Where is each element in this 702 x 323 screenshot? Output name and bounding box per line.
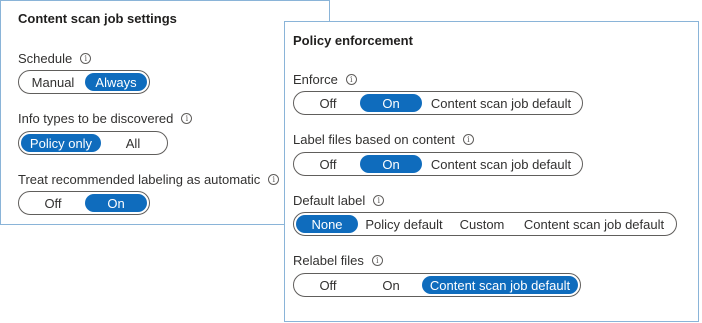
schedule-toggle: Manual Always	[18, 70, 150, 94]
schedule-option-always[interactable]: Always	[85, 73, 147, 91]
enforce-option-off[interactable]: Off	[296, 94, 360, 112]
treat-recommended-option-off[interactable]: Off	[21, 194, 85, 212]
panel-title: Content scan job settings	[18, 11, 177, 26]
label-files-option-off[interactable]: Off	[296, 155, 360, 173]
label-files-option-on[interactable]: On	[360, 155, 422, 173]
relabel-files-option-on[interactable]: On	[360, 276, 422, 294]
info-icon[interactable]: i	[373, 195, 385, 206]
default-label-option-custom[interactable]: Custom	[450, 215, 514, 233]
info-icon[interactable]: i	[181, 113, 193, 124]
default-label-option-policy-default[interactable]: Policy default	[358, 215, 450, 233]
relabel-files-label: Relabel files i	[293, 253, 383, 268]
info-icon[interactable]: i	[462, 134, 474, 145]
info-types-toggle: Policy only All	[18, 131, 168, 155]
default-label-option-content-scan-job-default[interactable]: Content scan job default	[514, 215, 674, 233]
label-files-toggle: Off On Content scan job default	[293, 152, 583, 176]
enforce-label: Enforce i	[293, 72, 357, 87]
info-types-label-text: Info types to be discovered	[18, 111, 174, 126]
relabel-files-toggle: Off On Content scan job default	[293, 273, 581, 297]
schedule-label-text: Schedule	[18, 51, 73, 66]
default-label-option-none[interactable]: None	[296, 215, 358, 233]
info-icon[interactable]: i	[345, 74, 357, 85]
relabel-files-option-off[interactable]: Off	[296, 276, 360, 294]
policy-enforcement-panel: Policy enforcement Enforce i Off On Cont…	[284, 21, 699, 322]
relabel-files-label-text: Relabel files	[293, 253, 364, 268]
default-label-toggle: None Policy default Custom Content scan …	[293, 212, 677, 236]
schedule-label: Schedule i	[18, 51, 92, 66]
content-scan-job-settings-panel: Content scan job settings Schedule i Man…	[0, 0, 330, 225]
relabel-files-option-content-scan-job-default[interactable]: Content scan job default	[422, 276, 578, 294]
default-label-label: Default label i	[293, 193, 385, 208]
treat-recommended-label-text: Treat recommended labeling as automatic	[18, 172, 261, 187]
panel-title: Policy enforcement	[293, 33, 413, 48]
schedule-option-manual[interactable]: Manual	[21, 73, 85, 91]
label-files-label: Label files based on content i	[293, 132, 474, 147]
info-types-label: Info types to be discovered i	[18, 111, 193, 126]
treat-recommended-option-on[interactable]: On	[85, 194, 147, 212]
label-files-option-content-scan-job-default[interactable]: Content scan job default	[422, 155, 580, 173]
info-icon[interactable]: i	[80, 53, 92, 64]
info-types-option-all[interactable]: All	[101, 134, 165, 152]
info-types-option-policy-only[interactable]: Policy only	[21, 134, 101, 152]
treat-recommended-toggle: Off On	[18, 191, 150, 215]
enforce-label-text: Enforce	[293, 72, 338, 87]
label-files-label-text: Label files based on content	[293, 132, 455, 147]
info-icon[interactable]: i	[268, 174, 280, 185]
enforce-toggle: Off On Content scan job default	[293, 91, 583, 115]
info-icon[interactable]: i	[371, 255, 383, 266]
enforce-option-content-scan-job-default[interactable]: Content scan job default	[422, 94, 580, 112]
default-label-label-text: Default label	[293, 193, 366, 208]
treat-recommended-label: Treat recommended labeling as automatic …	[18, 172, 280, 187]
enforce-option-on[interactable]: On	[360, 94, 422, 112]
